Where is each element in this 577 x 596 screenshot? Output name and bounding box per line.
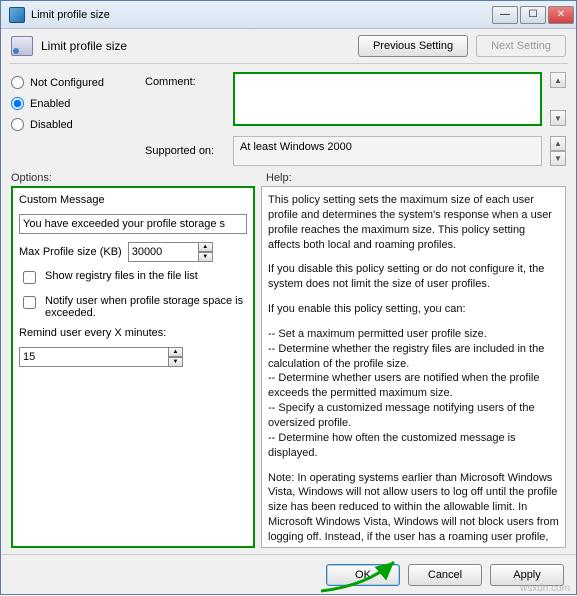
titlebar: Limit profile size — ☐ ✕	[1, 1, 576, 29]
options-pane: Custom Message Max Profile size (KB) ▲ ▼…	[11, 186, 255, 548]
notify-user-checkbox[interactable]: Notify user when profile storage space i…	[19, 295, 247, 319]
max-profile-spinner[interactable]: ▲ ▼	[128, 242, 213, 262]
supported-value: At least Windows 2000	[240, 141, 352, 153]
supported-value-box: At least Windows 2000	[233, 136, 542, 166]
remind-label: Remind user every X minutes:	[19, 327, 247, 339]
radio-not-configured-label: Not Configured	[30, 77, 104, 89]
radio-disabled[interactable]: Disabled	[11, 118, 139, 131]
show-registry-checkbox[interactable]: Show registry files in the file list	[19, 270, 247, 287]
apply-button[interactable]: Apply	[490, 564, 564, 586]
remind-down[interactable]: ▼	[168, 357, 183, 367]
max-profile-down[interactable]: ▼	[198, 252, 213, 262]
help-pane[interactable]: This policy setting sets the maximum siz…	[261, 186, 566, 548]
help-heading: Help:	[266, 172, 292, 184]
policy-icon	[11, 36, 33, 56]
help-bullet: -- Determine whether users are notified …	[268, 371, 559, 401]
previous-setting-button[interactable]: Previous Setting	[358, 35, 468, 57]
max-profile-input[interactable]	[128, 242, 198, 262]
pane-labels: Options: Help:	[1, 168, 576, 186]
comment-scroll-down[interactable]: ▼	[550, 110, 566, 126]
cancel-button[interactable]: Cancel	[408, 564, 482, 586]
radio-disabled-input[interactable]	[11, 118, 24, 131]
comment-field[interactable]	[233, 72, 542, 126]
dialog-window: Limit profile size — ☐ ✕ Limit profile s…	[0, 0, 577, 595]
notify-user-label: Notify user when profile storage space i…	[45, 295, 247, 319]
remind-input[interactable]	[19, 347, 168, 367]
radio-disabled-label: Disabled	[30, 119, 73, 131]
footer: OK Cancel Apply	[1, 554, 576, 594]
notify-user-input[interactable]	[23, 296, 36, 309]
max-profile-up[interactable]: ▲	[198, 242, 213, 252]
radio-not-configured[interactable]: Not Configured	[11, 76, 139, 89]
ok-button[interactable]: OK	[326, 564, 400, 586]
comment-scroll-up[interactable]: ▲	[550, 72, 566, 88]
help-text: This policy setting sets the maximum siz…	[268, 193, 559, 252]
remind-up[interactable]: ▲	[168, 347, 183, 357]
supported-label: Supported on:	[145, 145, 225, 157]
help-bullet: -- Determine how often the customized me…	[268, 431, 559, 461]
show-registry-label: Show registry files in the file list	[45, 270, 198, 282]
help-bullet: -- Specify a customized message notifyin…	[268, 401, 559, 431]
radio-not-configured-input[interactable]	[11, 76, 24, 89]
supported-scroll-down[interactable]: ▼	[550, 151, 566, 166]
header-row: Limit profile size Previous Setting Next…	[1, 29, 576, 61]
close-button[interactable]: ✕	[548, 6, 574, 24]
maximize-button[interactable]: ☐	[520, 6, 546, 24]
max-profile-label: Max Profile size (KB)	[19, 246, 122, 258]
window-title: Limit profile size	[31, 9, 492, 21]
minimize-button[interactable]: —	[492, 6, 518, 24]
help-note: Note: In operating systems earlier than …	[268, 471, 559, 549]
next-setting-button: Next Setting	[476, 35, 566, 57]
help-text: If you disable this policy setting or do…	[268, 262, 559, 292]
options-heading: Options:	[11, 172, 266, 184]
help-text: If you enable this policy setting, you c…	[268, 302, 559, 317]
show-registry-input[interactable]	[23, 271, 36, 284]
radio-enabled-input[interactable]	[11, 97, 24, 110]
main-panes: Custom Message Max Profile size (KB) ▲ ▼…	[1, 186, 576, 554]
comment-label: Comment:	[145, 72, 225, 88]
config-area: Not Configured Enabled Disabled Comment:…	[1, 66, 576, 168]
radio-enabled-label: Enabled	[30, 98, 70, 110]
help-bullet: -- Set a maximum permitted user profile …	[268, 327, 559, 342]
state-radio-group: Not Configured Enabled Disabled	[11, 72, 139, 166]
divider	[9, 63, 568, 64]
app-icon	[9, 7, 25, 23]
supported-scroll-up[interactable]: ▲	[550, 136, 566, 151]
custom-message-field[interactable]	[19, 214, 247, 234]
remind-spinner[interactable]: ▲ ▼	[19, 347, 115, 367]
policy-title: Limit profile size	[41, 39, 350, 53]
custom-message-label: Custom Message	[19, 194, 247, 206]
help-bullet: -- Determine whether the registry files …	[268, 342, 559, 372]
radio-enabled[interactable]: Enabled	[11, 97, 139, 110]
